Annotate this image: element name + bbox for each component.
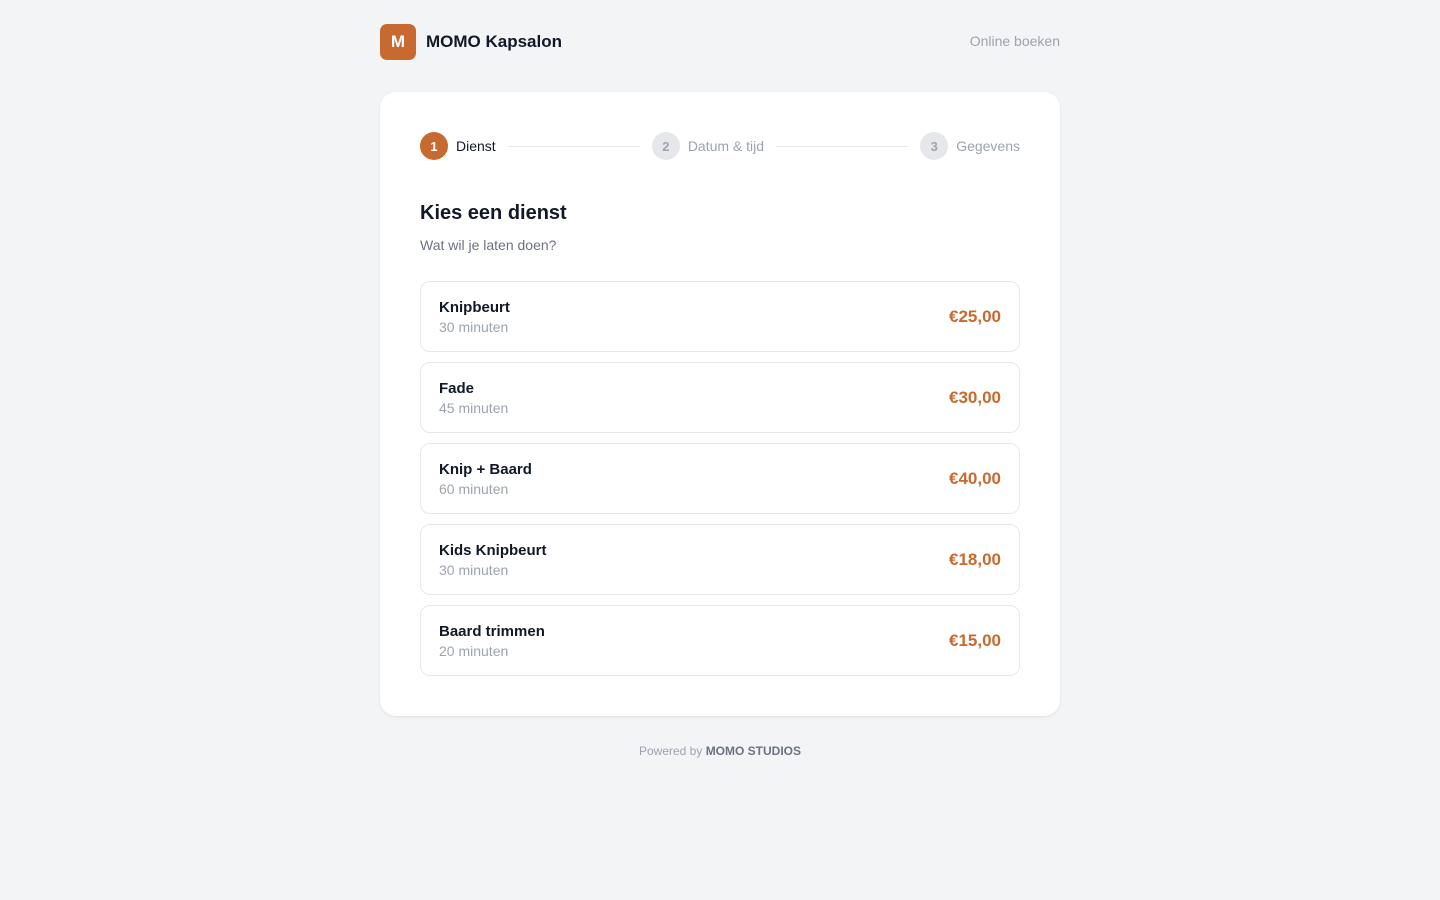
service-info: Knipbeurt 30 minuten xyxy=(439,299,510,335)
page-subtitle: Wat wil je laten doen? xyxy=(420,237,557,253)
step-date-time: 2 Datum & tijd xyxy=(651,132,765,160)
service-option-fade[interactable]: Fade 45 minuten €30,00 xyxy=(420,362,1020,433)
service-info: Kids Knipbeurt 30 minuten xyxy=(439,542,547,578)
step-number: 3 xyxy=(920,132,949,160)
stepper: 1 Dienst 2 Datum & tijd 3 Gegevens xyxy=(420,132,1020,160)
service-duration: 60 minuten xyxy=(439,480,509,497)
service-option-baard-trimmen[interactable]: Baard trimmen 20 minuten €15,00 xyxy=(420,605,1020,676)
service-info: Knip + Baard 60 minuten xyxy=(439,461,532,497)
brand-name: MOMO Kapsalon xyxy=(426,32,563,51)
studio-name[interactable]: MOMO STUDIOS xyxy=(706,744,801,758)
logo-icon: M xyxy=(380,24,416,60)
brand[interactable]: M MOMO Kapsalon xyxy=(380,24,562,60)
top-bar: M MOMO Kapsalon Online boeken xyxy=(380,0,1060,84)
service-price: €15,00 xyxy=(949,630,1001,650)
service-option-knipbeurt[interactable]: Knipbeurt 30 minuten €25,00 xyxy=(420,281,1020,352)
service-price: €40,00 xyxy=(949,468,1001,488)
service-price: €18,00 xyxy=(949,549,1001,569)
step-connector xyxy=(507,145,640,147)
service-duration: 30 minuten xyxy=(439,318,509,335)
service-info: Fade 45 minuten xyxy=(439,380,508,416)
powered-by-text: Powered by xyxy=(638,744,703,758)
service-price: €25,00 xyxy=(949,306,1001,326)
service-option-kids-knipbeurt[interactable]: Kids Knipbeurt 30 minuten €18,00 xyxy=(420,524,1020,595)
page-title: Kies een dienst xyxy=(420,202,567,224)
step-number: 2 xyxy=(651,132,680,160)
service-name: Kids Knipbeurt xyxy=(439,541,547,559)
step-details: 3 Gegevens xyxy=(920,132,1020,160)
step-label: Dienst xyxy=(456,138,496,154)
service-name: Knip + Baard xyxy=(439,460,532,478)
service-list: Knipbeurt 30 minuten €25,00 Fade 45 minu… xyxy=(420,281,1020,676)
service-info: Baard trimmen 20 minuten xyxy=(439,623,545,659)
footer: Powered by MOMO STUDIOS xyxy=(380,744,1060,758)
service-name: Knipbeurt xyxy=(439,298,510,316)
service-price: €30,00 xyxy=(949,387,1001,407)
step-label: Datum & tijd xyxy=(687,138,765,154)
booking-card: 1 Dienst 2 Datum & tijd 3 Gegevens Kies … xyxy=(380,92,1060,716)
service-option-knip-baard[interactable]: Knip + Baard 60 minuten €40,00 xyxy=(420,443,1020,514)
service-duration: 20 minuten xyxy=(439,642,509,659)
step-service[interactable]: 1 Dienst xyxy=(420,132,496,160)
service-name: Baard trimmen xyxy=(439,622,545,640)
step-connector xyxy=(776,145,909,147)
step-label: Gegevens xyxy=(956,138,1021,154)
service-duration: 45 minuten xyxy=(439,399,509,416)
online-booking-link[interactable]: Online boeken xyxy=(970,33,1060,49)
service-duration: 30 minuten xyxy=(439,561,509,578)
service-name: Fade xyxy=(439,379,475,397)
page-container: M MOMO Kapsalon Online boeken 1 Dienst 2… xyxy=(380,0,1060,758)
step-number: 1 xyxy=(420,132,448,160)
